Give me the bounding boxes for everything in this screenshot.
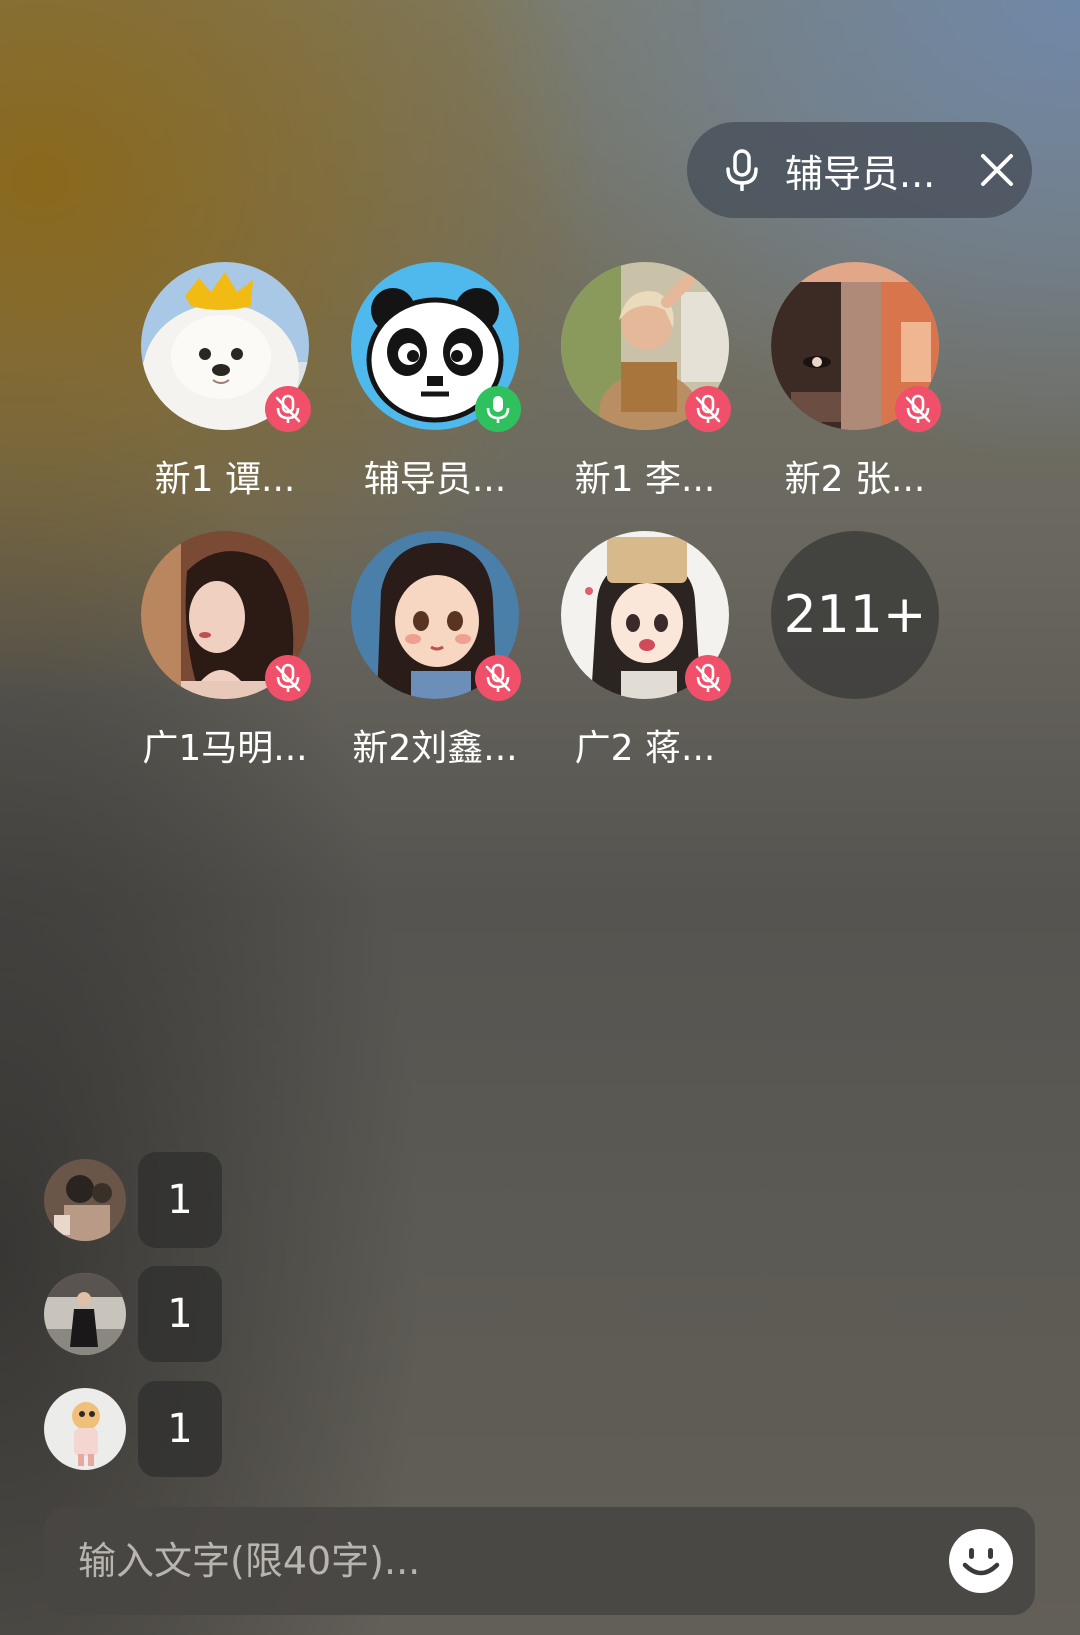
chat-message: 1 [44,1266,222,1362]
smiley-icon[interactable] [949,1529,1013,1593]
user-photo-avatar[interactable] [44,1388,126,1470]
close-icon[interactable] [979,152,1015,188]
member-name: 广1马明... [142,728,308,769]
more-members-count: 211+ [771,531,939,699]
user-photo-avatar[interactable] [44,1159,126,1241]
user-photo-avatar[interactable] [44,1273,126,1355]
member-name: 辅导员... [363,459,507,500]
mic-off-icon [905,394,931,423]
muted-badge [475,655,521,701]
mic-off-icon [695,394,721,423]
member-tile[interactable]: 新2刘鑫... [330,531,540,771]
current-speaker-label: 辅导员... [785,151,936,196]
muted-badge [265,655,311,701]
more-members-button[interactable]: 211+ [750,531,960,699]
message-bubble: 1 [138,1381,222,1477]
mic-off-icon [275,663,301,692]
chat-input[interactable] [76,1538,949,1584]
member-tile[interactable]: 新1 谭... [120,262,330,502]
member-tile[interactable]: 广2 蒋... [540,531,750,771]
current-speaker-pill[interactable]: 辅导员... [687,122,1032,218]
mic-off-icon [695,663,721,692]
chat-input-bar [44,1507,1035,1615]
voice-room-screen: 辅导员... 新1 谭... 辅导员... 新1 李... 新2 张... 广1… [0,0,1080,1635]
mic-icon [726,149,758,191]
member-tile[interactable]: 新1 李... [540,262,750,502]
member-tile[interactable]: 广1马明... [120,531,330,771]
message-bubble: 1 [138,1152,222,1248]
member-tile[interactable]: 新2 张... [750,262,960,502]
muted-badge [685,386,731,432]
message-bubble: 1 [138,1266,222,1362]
member-name: 新1 谭... [154,459,296,500]
muted-badge [685,655,731,701]
speaking-badge [475,386,521,432]
member-tile[interactable]: 辅导员... [330,262,540,502]
member-name: 广2 蒋... [574,728,716,769]
member-name: 新1 李... [574,459,716,500]
member-name: 新2刘鑫... [352,728,518,769]
muted-badge [265,386,311,432]
mic-off-icon [485,663,511,692]
muted-badge [895,386,941,432]
chat-message: 1 [44,1152,222,1248]
mic-off-icon [275,394,301,423]
mic-icon [486,396,510,423]
chat-message: 1 [44,1381,222,1477]
member-name: 新2 张... [784,459,926,500]
